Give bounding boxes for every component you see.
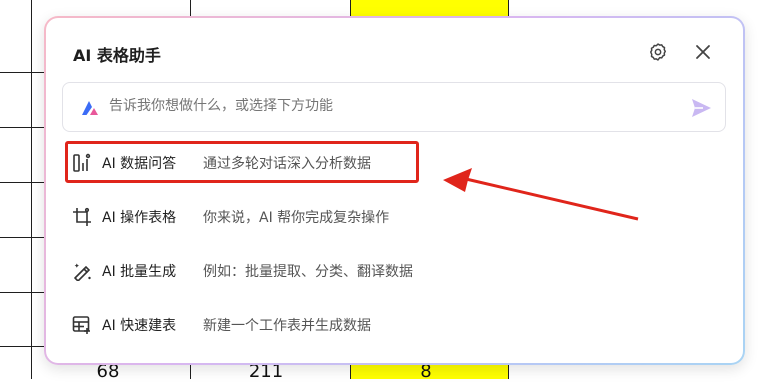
send-icon[interactable] — [689, 97, 713, 119]
menu-item-batch-generate[interactable]: AI 批量生成 例如：批量提取、分类、翻译数据 — [62, 248, 722, 294]
prompt-input[interactable] — [109, 98, 669, 114]
table-cell[interactable]: 8 — [420, 362, 431, 382]
grid-line — [0, 182, 46, 183]
annotation-highlight-box — [65, 141, 419, 183]
magic-pen-icon — [74, 263, 91, 281]
table-cell[interactable]: 211 — [249, 362, 283, 382]
menu-item-label: AI 操作表格 — [102, 210, 177, 226]
ai-assistant-panel: AI 表格助手 告诉我你想做什么，或选择下方功能 AI 数据问答 通过多轮对话深… — [44, 16, 745, 365]
menu-item-description: 例如：批量提取、分类、翻译数据 — [203, 264, 413, 280]
prompt-input-box[interactable] — [62, 82, 726, 132]
menu-item-description: 你来说，AI 帮你完成复杂操作 — [203, 210, 390, 226]
menu-item-quick-create-table[interactable]: AI 快速建表 新建一个工作表并生成数据 — [62, 302, 722, 348]
menu-item-operate-table[interactable]: AI 操作表格 你来说，AI 帮你完成复杂操作 — [62, 194, 722, 240]
grid-line — [0, 72, 46, 73]
gear-icon[interactable] — [646, 40, 670, 64]
grid-line — [0, 237, 46, 238]
table-cell[interactable]: 68 — [97, 362, 120, 382]
grid-line — [31, 0, 32, 379]
assistant-logo-icon — [82, 101, 98, 115]
menu-item-label: AI 快速建表 — [102, 318, 177, 334]
grid-line — [0, 127, 46, 128]
menu-item-label: AI 批量生成 — [102, 264, 177, 280]
panel-title: AI 表格助手 — [73, 46, 161, 65]
grid-line — [0, 346, 46, 347]
grid-line — [0, 292, 46, 293]
menu-item-description: 新建一个工作表并生成数据 — [203, 318, 371, 334]
panel-body: AI 表格助手 告诉我你想做什么，或选择下方功能 AI 数据问答 通过多轮对话深… — [46, 18, 743, 363]
new-table-icon — [72, 316, 90, 334]
crop-table-icon — [73, 207, 91, 226]
close-icon[interactable] — [691, 40, 715, 64]
